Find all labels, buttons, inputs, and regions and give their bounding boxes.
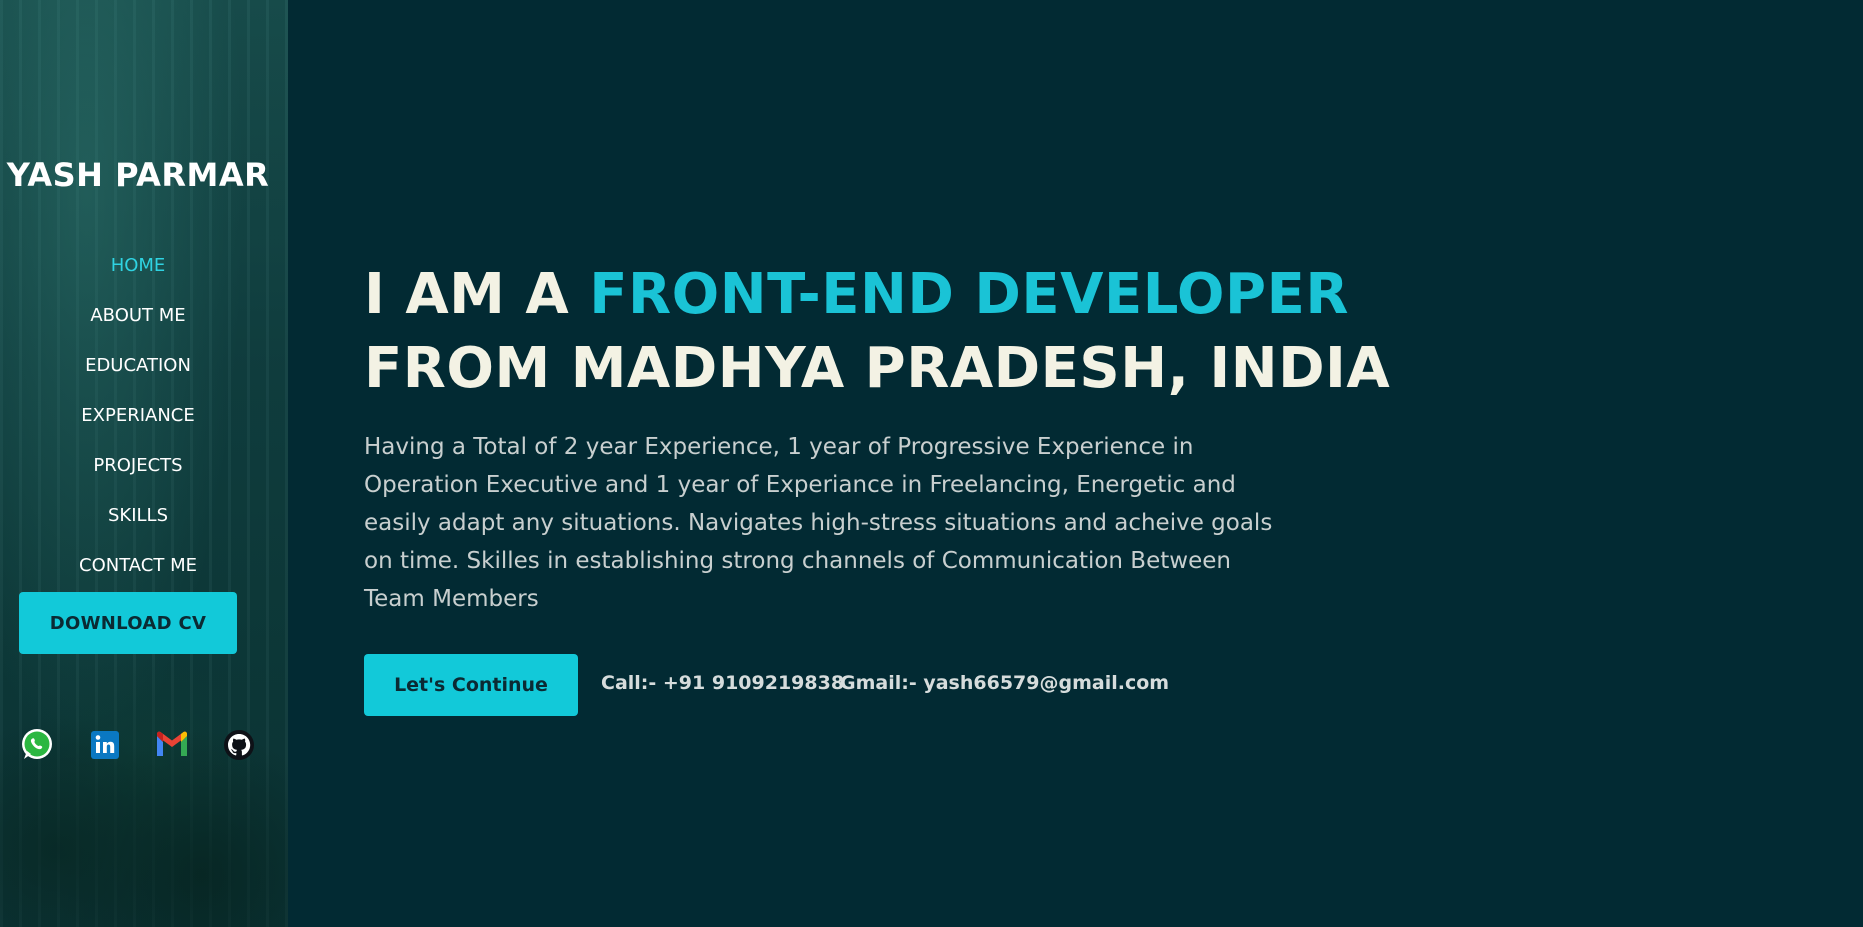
nav-item-about-me[interactable]: ABOUT ME <box>0 298 276 348</box>
brand-name: YASH PARMAR <box>6 156 270 194</box>
gmail-text: Gmail:- yash66579@gmail.com <box>840 672 1170 694</box>
download-cv-button[interactable]: DOWNLOAD CV <box>19 592 237 654</box>
nav-item-education[interactable]: EDUCATION <box>0 348 276 398</box>
call-text: Call:- +91 9109219838 <box>601 672 845 694</box>
headline-location: FROM MADHYA PRADESH, INDIA <box>364 336 1391 401</box>
nav-item-experiance[interactable]: EXPERIANCE <box>0 398 276 448</box>
social-links <box>20 728 260 764</box>
continue-button[interactable]: Let's Continue <box>364 654 578 716</box>
sidebar: YASH PARMAR HOME ABOUT ME EDUCATION EXPE… <box>0 0 288 927</box>
nav-item-skills[interactable]: SKILLS <box>0 498 276 548</box>
nav-item-contact-me[interactable]: CONTACT ME <box>0 548 276 598</box>
hero-headline: I AM A FRONT-END DEVELOPER FROM MADHYA P… <box>364 258 1390 406</box>
main-nav: HOME ABOUT ME EDUCATION EXPERIANCE PROJE… <box>0 248 276 598</box>
cta-row: Let's Continue Call:- +91 9109219838 Gma… <box>364 654 1324 716</box>
hero-section: I AM A FRONT-END DEVELOPER FROM MADHYA P… <box>364 258 1390 716</box>
headline-prefix: I AM A <box>364 262 590 327</box>
forest-background <box>0 667 288 927</box>
hero-description: Having a Total of 2 year Experience, 1 y… <box>364 434 1273 612</box>
gmail-icon[interactable] <box>154 728 188 762</box>
linkedin-icon[interactable] <box>88 728 122 762</box>
nav-item-home[interactable]: HOME <box>0 248 276 298</box>
whatsapp-icon[interactable] <box>20 728 54 762</box>
headline-accent-role: FRONT-END DEVELOPER <box>589 262 1349 327</box>
nav-item-projects[interactable]: PROJECTS <box>0 448 276 498</box>
github-icon[interactable] <box>222 728 256 762</box>
